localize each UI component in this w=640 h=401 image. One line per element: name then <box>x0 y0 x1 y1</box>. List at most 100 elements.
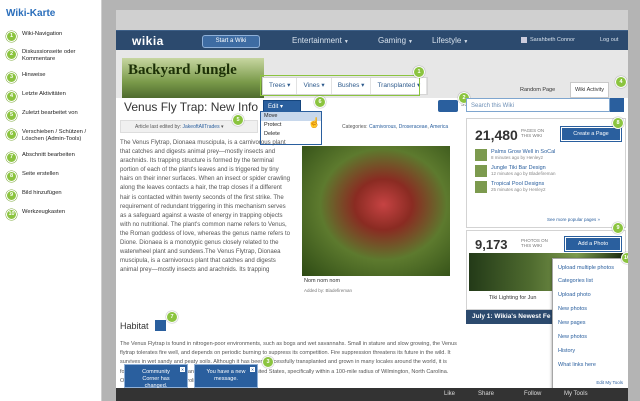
category-link[interactable]: America <box>430 124 448 130</box>
legend-item: 3 Hinweise <box>6 72 101 83</box>
legend-label: Abschnitt bearbeiten <box>22 152 75 158</box>
photo-added-by: Added by: Bladefireman <box>304 288 353 293</box>
user-name[interactable]: Sarahbeth Connor <box>530 37 575 43</box>
legend-number: 6 <box>6 129 17 140</box>
last-editor-link[interactable]: JakeoftAllTrades <box>183 124 220 130</box>
wiki-page: wikia Start a Wiki Entertainment ▼ Gaming… <box>116 10 628 401</box>
thumbnail <box>475 149 487 161</box>
thumbnail <box>475 165 487 177</box>
legend-number: 3 <box>6 72 17 83</box>
legend-item: 6 Verschieben / Schützen / Löschen (Admin… <box>6 129 101 143</box>
rail-pages-module: 21,480 PAGES ON THIS WIKI Create a Page … <box>466 118 626 228</box>
badge-6: 6 <box>314 96 326 108</box>
chevron-down-icon: ▼ <box>408 39 413 45</box>
search-input[interactable]: Search this Wiki <box>466 98 610 112</box>
legend-label: Bild hinzufügen <box>22 190 62 196</box>
legend-item: 5 Zuletzt bearbeitet von <box>6 110 101 121</box>
search-icon[interactable] <box>610 98 624 112</box>
legend-label: Verschieben / Schützen / Löschen (Admin-… <box>22 129 87 142</box>
notification-new-message[interactable]: You have a new message. ✕ <box>194 364 258 388</box>
random-page-link[interactable]: Random Page <box>520 87 555 93</box>
tool-menu-item[interactable]: New photos <box>558 306 587 312</box>
legend-label: Hinweise <box>22 72 46 78</box>
my-tools-menu: Upload multiple photos Categories list U… <box>552 258 628 390</box>
tool-menu-item[interactable]: History <box>558 348 575 354</box>
legend-item: 4 Letzte Aktivitäten <box>6 91 101 102</box>
hub-label: Entertainment <box>292 36 342 45</box>
article-body: The Venus Flytrap, Dionaea muscipula, is… <box>120 139 291 274</box>
badge-7: 7 <box>166 311 178 323</box>
section-edit-icon[interactable] <box>154 319 167 332</box>
notification-text: You have a new message. <box>206 369 246 382</box>
wikia-logo[interactable]: wikia <box>132 34 164 48</box>
badge-9: 9 <box>612 222 624 234</box>
legend-number: 1 <box>6 31 17 42</box>
see-more-link[interactable]: See more popular pages » <box>547 217 600 222</box>
activity-meta: 12 minutes ago by Bladefireman <box>491 171 556 176</box>
photos-count: 9,173 <box>475 237 508 252</box>
article-photo[interactable] <box>302 146 450 276</box>
page-title: Venus Fly Trap: New Info <box>124 100 259 114</box>
wiki-header: Backyard Jungle Trees ▾ Vines ▾ Bushes ▾… <box>116 50 628 98</box>
edit-my-tools-link[interactable]: Edit My Tools <box>596 380 623 385</box>
hub-gaming[interactable]: Gaming ▼ <box>378 36 413 45</box>
create-page-button[interactable]: Create a Page <box>561 127 621 141</box>
notification-community-corner[interactable]: Community Corner has changed. ✕ <box>124 364 188 389</box>
legend-title: Wiki-Karte <box>6 8 56 19</box>
close-icon[interactable]: ✕ <box>250 367 255 372</box>
page-top-strip <box>116 10 628 30</box>
activity-meta: 8 minutes ago by Henley2 <box>491 155 544 160</box>
legend-number: 5 <box>6 110 17 121</box>
legend-number: 4 <box>6 91 17 102</box>
hub-label: Gaming <box>378 36 407 45</box>
legend-label: Wiki-Navigation <box>22 31 63 37</box>
category-link[interactable]: Carnivorous <box>369 124 396 130</box>
legend-item: 8 Seite erstellen <box>6 171 101 182</box>
legend-item: 9 Bild hinzufügen <box>6 190 101 201</box>
share-button[interactable]: Share <box>478 391 494 397</box>
badge-8: 8 <box>612 117 624 129</box>
legend-number: 7 <box>6 152 17 163</box>
tool-menu-item[interactable]: What links here <box>558 362 596 368</box>
wiki-activity-button[interactable]: Wiki Activity <box>570 82 610 98</box>
badge-10: 10 <box>621 252 628 264</box>
tool-menu-item[interactable]: Upload photo <box>558 292 591 298</box>
legend-item: 2 Diskussionseite oder Kommentare <box>6 49 101 63</box>
legend-label: Letzte Aktivitäten <box>22 91 66 97</box>
tool-menu-item[interactable]: Categories list <box>558 278 593 284</box>
pointer-cursor-icon: ☝ <box>308 118 321 129</box>
photo-caption: Nom nom nom <box>304 278 341 284</box>
follow-button[interactable]: Follow <box>524 391 541 397</box>
badge-4: 4 <box>615 76 627 88</box>
pages-count: 21,480 <box>475 127 518 143</box>
category-link[interactable]: Droseraceae <box>399 124 428 130</box>
talk-button[interactable] <box>438 100 458 112</box>
tool-menu-item[interactable]: New photos <box>558 334 587 340</box>
legend-number: 8 <box>6 171 17 182</box>
add-photo-button[interactable]: Add a Photo <box>565 237 621 251</box>
legend-item: 7 Abschnitt bearbeiten <box>6 152 101 163</box>
global-header: wikia Start a Wiki Entertainment ▼ Gaming… <box>116 30 628 51</box>
photos-label: PHOTOS ON THIS WIKI <box>521 238 548 248</box>
start-wiki-button[interactable]: Start a Wiki <box>202 35 260 48</box>
notification-text: Community Corner has changed. <box>142 369 170 389</box>
close-icon[interactable]: ✕ <box>180 367 185 372</box>
tool-menu-item[interactable]: Upload multiple photos <box>558 265 614 271</box>
section-heading: Habitat <box>120 321 149 331</box>
hub-label: Lifestyle <box>432 36 462 45</box>
badge-1: 1 <box>413 66 425 78</box>
badge-3: 3 <box>262 356 274 368</box>
thumbnail <box>475 181 487 193</box>
my-tools-button[interactable]: My Tools <box>564 391 588 397</box>
legend-number: 9 <box>6 190 17 201</box>
tool-menu-item[interactable]: New pages <box>558 320 586 326</box>
carousel-caption: Tiki Lighting for Jun <box>489 295 537 301</box>
like-button[interactable]: Like <box>444 391 455 397</box>
last-edited-prefix: Article last edited by: <box>135 124 182 130</box>
hub-entertainment[interactable]: Entertainment ▼ <box>292 36 349 45</box>
categories: Categories: Carnivorous, Droseraceae, Am… <box>342 124 449 130</box>
logout-link[interactable]: Log out <box>600 37 618 43</box>
hub-lifestyle[interactable]: Lifestyle ▼ <box>432 36 468 45</box>
wiki-name[interactable]: Backyard Jungle <box>128 62 237 79</box>
avatar[interactable] <box>521 37 527 43</box>
